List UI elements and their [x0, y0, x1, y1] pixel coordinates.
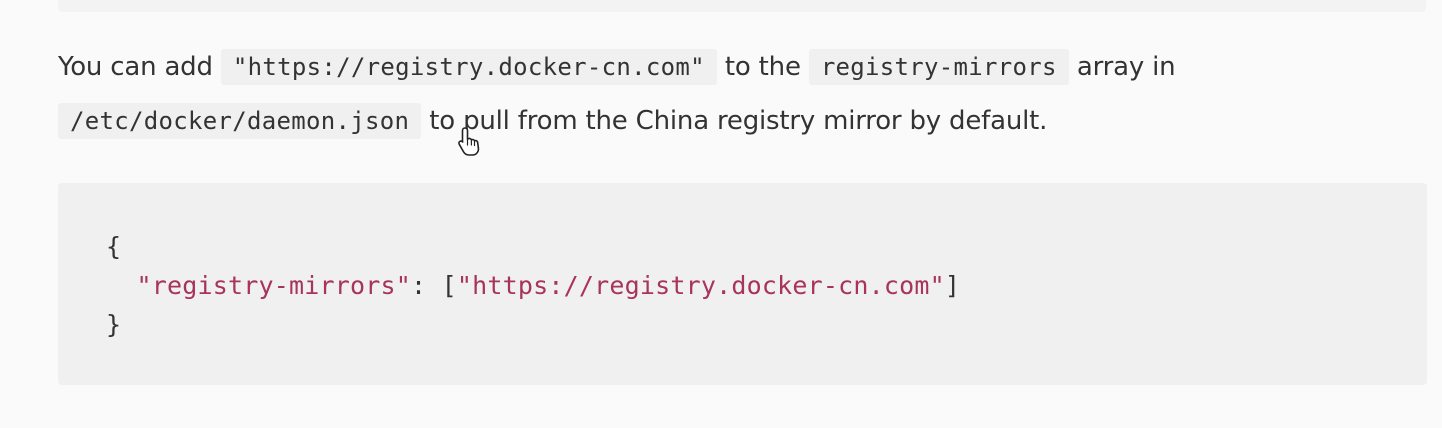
code-open-brace: { [106, 232, 122, 261]
previous-block-edge [58, 0, 1426, 12]
paragraph-text: array in [1068, 52, 1176, 82]
code-bracket-close: ] [944, 271, 961, 300]
code-bracket-open: [ [441, 271, 457, 300]
instruction-paragraph: You can add "https://registry.docker-cn.… [58, 40, 1408, 148]
inline-code-registry-url: "https://registry.docker-cn.com" [220, 49, 717, 85]
code-colon: : [411, 271, 442, 300]
code-value: "https://registry.docker-cn.com" [456, 271, 945, 300]
code-key: "registry-mirrors" [136, 271, 412, 300]
inline-code-daemon-json-path: /etc/docker/daemon.json [58, 103, 422, 139]
inline-code-registry-mirrors: registry-mirrors [808, 49, 1069, 85]
paragraph-text: You can add [58, 52, 221, 82]
hand-pointer-icon [458, 127, 480, 156]
paragraph-text: to the [716, 52, 809, 82]
code-close-brace: } [106, 310, 122, 339]
paragraph-text: to pull from the China registry mirror b… [421, 106, 1048, 136]
code-block[interactable]: { "registry-mirrors": ["https://registry… [58, 183, 1427, 385]
code-content: { "registry-mirrors": ["https://registry… [106, 227, 960, 344]
